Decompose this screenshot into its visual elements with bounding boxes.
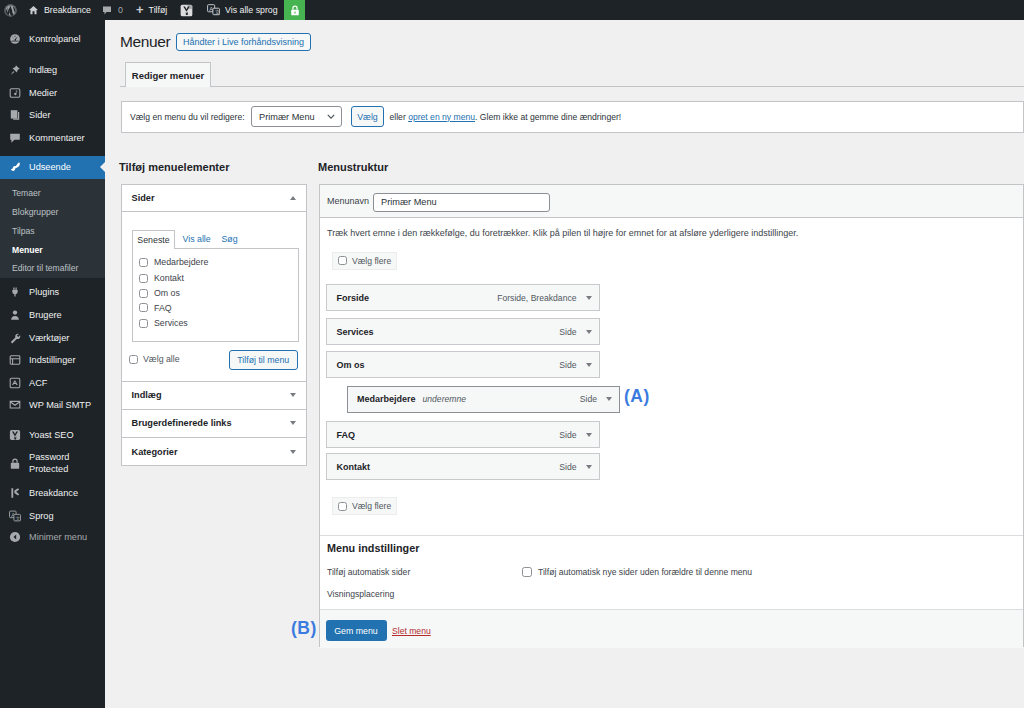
svg-text:文: 文 [215,9,220,15]
svg-text:文: 文 [16,514,21,520]
